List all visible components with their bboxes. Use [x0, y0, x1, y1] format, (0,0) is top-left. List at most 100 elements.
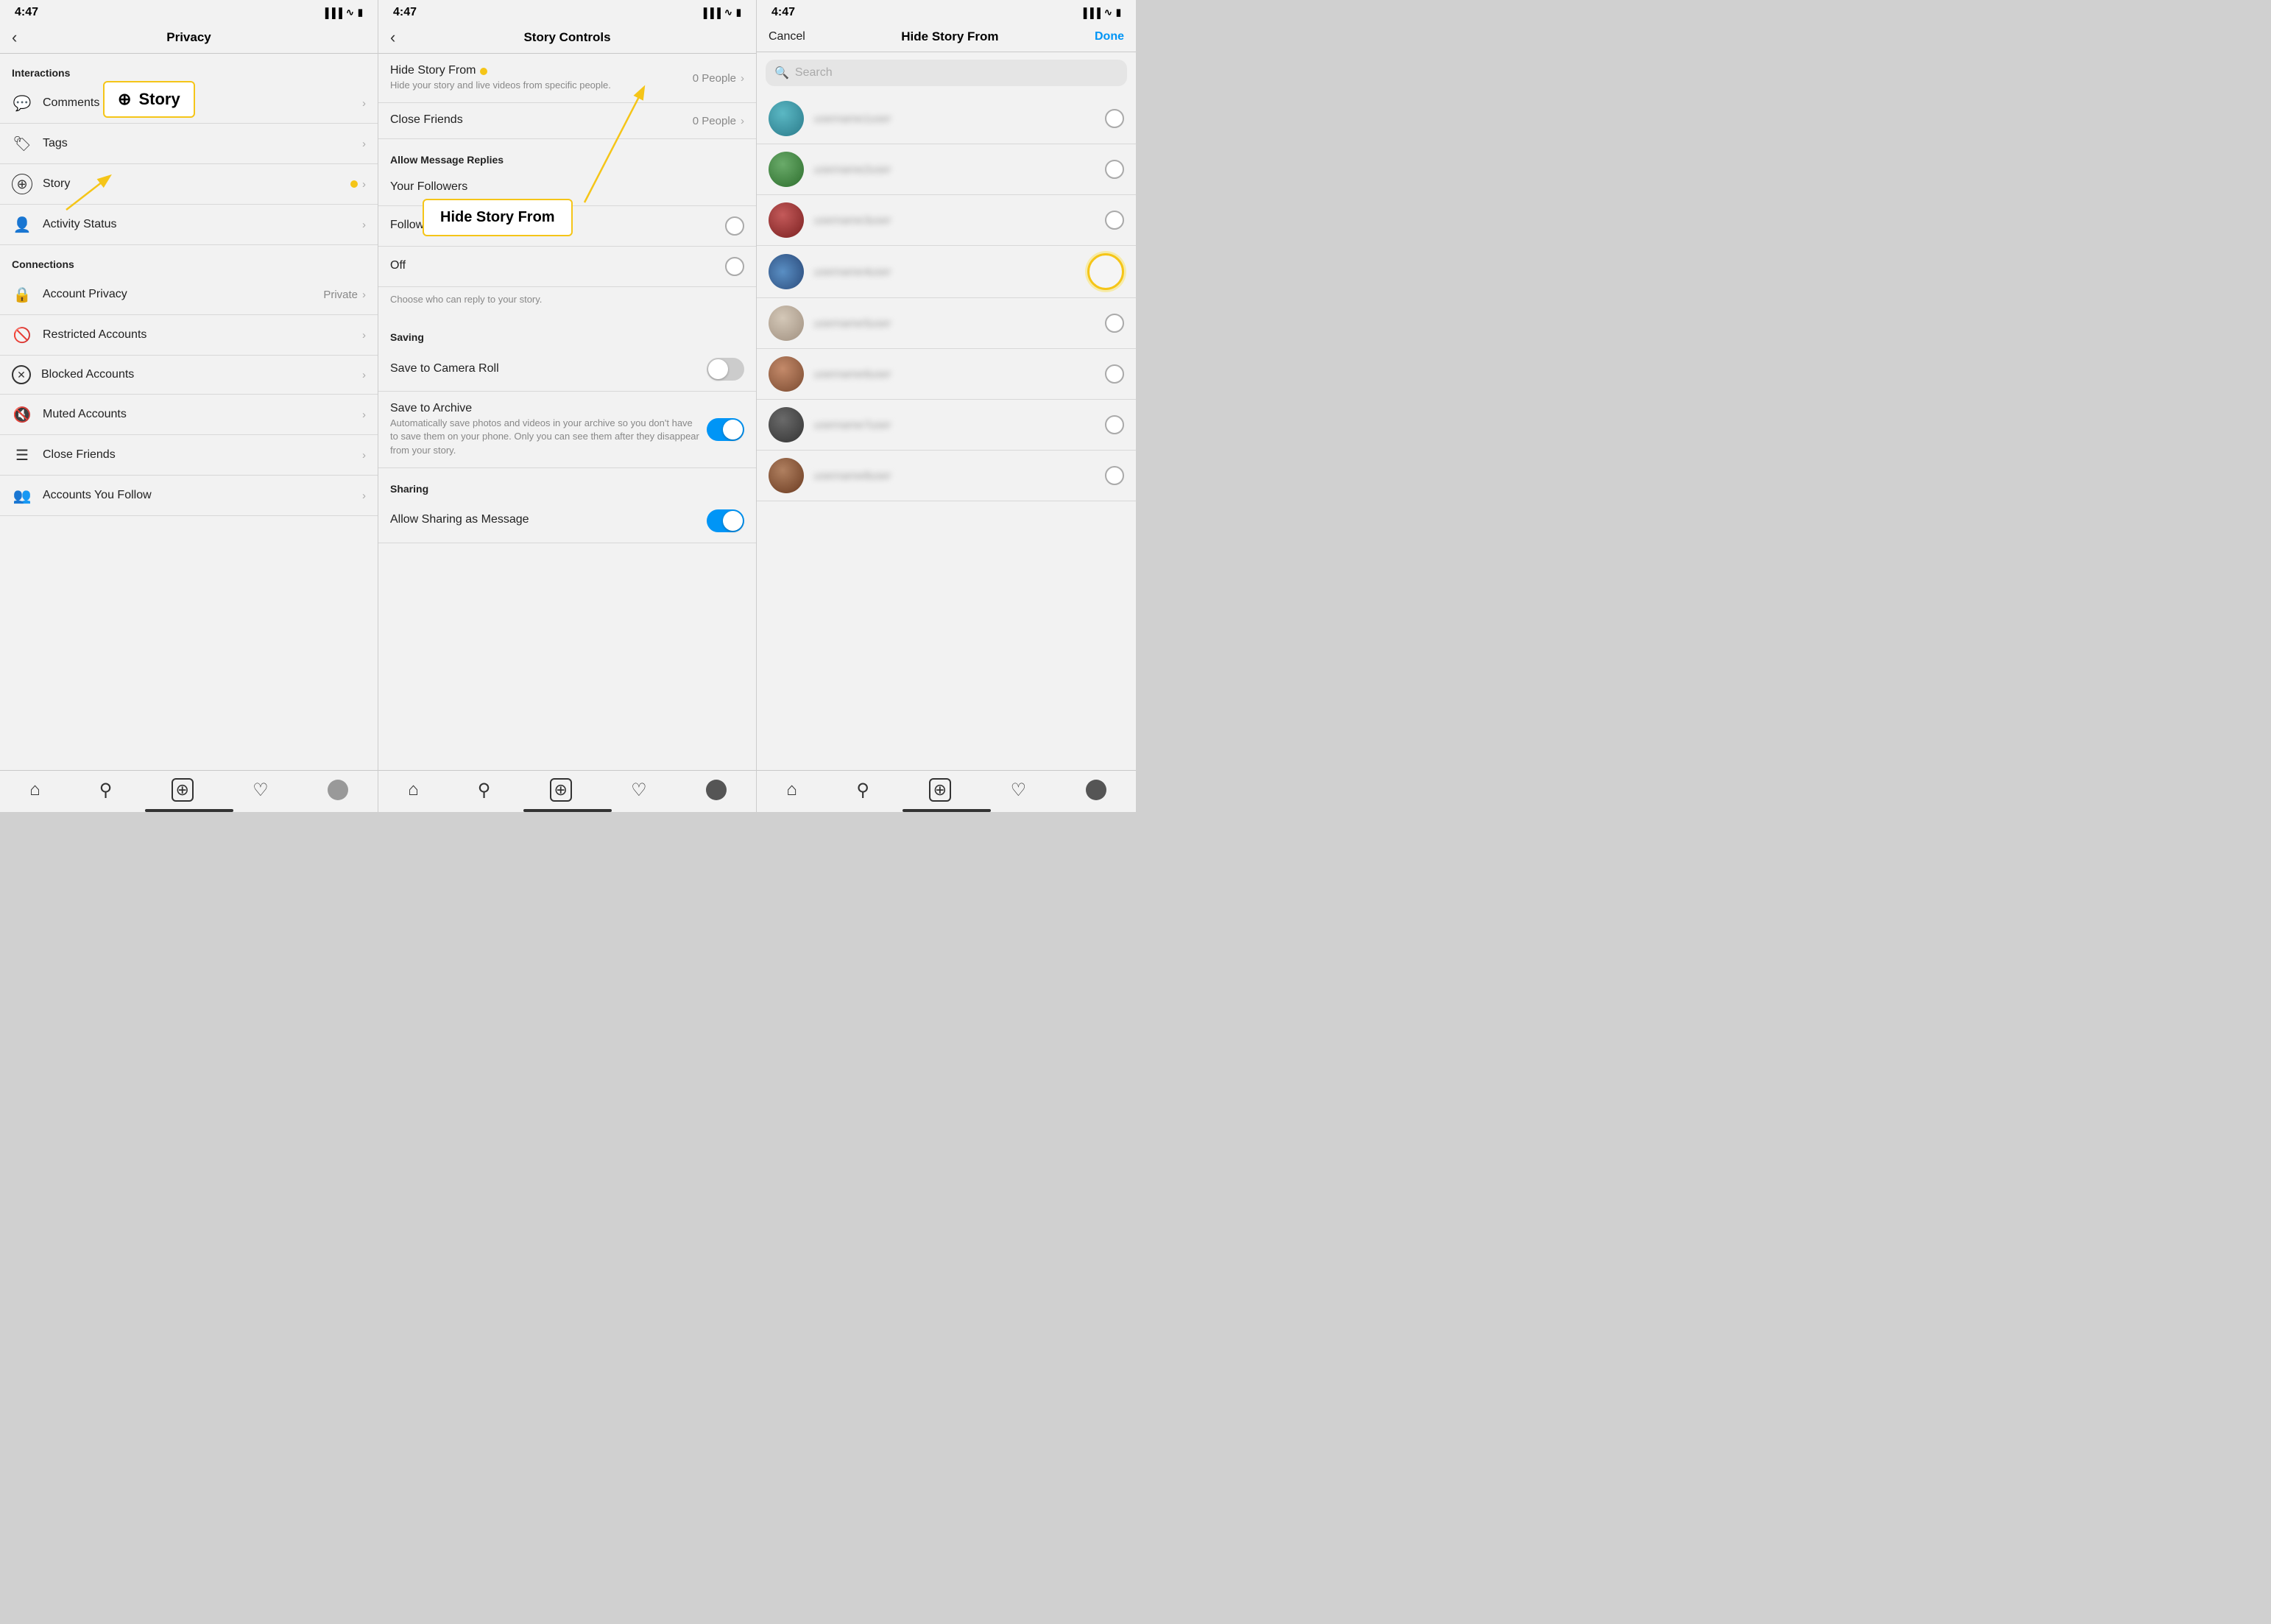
- user-item-4[interactable]: username4user: [757, 246, 1136, 298]
- accounts-you-follow-chevron: ›: [362, 490, 366, 502]
- search-tab-3[interactable]: ⚲: [856, 780, 869, 801]
- connections-section-header: Connections: [0, 245, 378, 275]
- story-callout-icon: ⊕: [118, 90, 131, 109]
- hide-story-from-item[interactable]: Hide Story From Hide your story and live…: [378, 54, 756, 103]
- story-controls-nav-header: ‹ Story Controls: [378, 22, 756, 54]
- account-privacy-label: Account Privacy: [43, 288, 323, 301]
- search-bar[interactable]: 🔍 Search: [766, 60, 1127, 86]
- select-1[interactable]: [1105, 109, 1124, 128]
- create-tab-1[interactable]: ⊕: [172, 778, 194, 802]
- activity-tab-3[interactable]: ♡: [1011, 780, 1027, 801]
- select-7[interactable]: [1105, 415, 1124, 434]
- user-item-8[interactable]: username8user: [757, 451, 1136, 501]
- user-item-1[interactable]: username1user: [757, 93, 1136, 144]
- save-camera-roll-label: Save to Camera Roll: [390, 362, 707, 375]
- select-5[interactable]: [1105, 314, 1124, 333]
- user-item-7[interactable]: username7user: [757, 400, 1136, 451]
- username-4: username4user: [814, 266, 1087, 278]
- search-tab-2[interactable]: ⚲: [478, 780, 491, 801]
- home-tab-3[interactable]: ⌂: [786, 780, 797, 800]
- select-6[interactable]: [1105, 364, 1124, 384]
- tags-icon: 🏷: [12, 133, 32, 154]
- user-item-2[interactable]: username2user: [757, 144, 1136, 195]
- activity-tab-1[interactable]: ♡: [252, 780, 269, 801]
- heart-icon-2: ♡: [631, 780, 647, 801]
- home-icon-2: ⌂: [408, 780, 419, 800]
- muted-chevron: ›: [362, 409, 366, 421]
- select-2[interactable]: [1105, 160, 1124, 179]
- search-icon-1: ⚲: [99, 780, 113, 801]
- user-item-6[interactable]: username6user: [757, 349, 1136, 400]
- story-callout-label: Story: [138, 90, 180, 109]
- story-controls-panel: 4:47 ▐▐▐ ∿ ▮ ‹ Story Controls Hide Story…: [378, 0, 757, 812]
- back-button[interactable]: ‹: [12, 28, 17, 47]
- choose-reply-text: Choose who can reply to your story.: [390, 294, 542, 305]
- allow-sharing-item[interactable]: Allow Sharing as Message: [378, 499, 756, 543]
- muted-accounts-item[interactable]: 🔇 Muted Accounts ›: [0, 395, 378, 435]
- select-4-container: [1087, 253, 1124, 290]
- account-privacy-value: Private: [323, 289, 358, 301]
- restricted-label: Restricted Accounts: [43, 328, 362, 342]
- blocked-accounts-item[interactable]: ✕ Blocked Accounts ›: [0, 356, 378, 395]
- time-3: 4:47: [771, 6, 795, 19]
- user-item-5[interactable]: username5user: [757, 298, 1136, 349]
- restricted-accounts-item[interactable]: 🚫 Restricted Accounts ›: [0, 315, 378, 356]
- followers-follow-back-radio[interactable]: [725, 216, 744, 236]
- battery-icon: ▮: [358, 7, 363, 18]
- select-3[interactable]: [1105, 211, 1124, 230]
- restricted-icon: 🚫: [12, 325, 32, 345]
- allow-sharing-toggle[interactable]: [707, 509, 744, 532]
- interactions-section-header: Interactions: [0, 54, 378, 83]
- story-item[interactable]: ⊕ Story ›: [0, 164, 378, 205]
- hide-story-panel-title: Hide Story From: [901, 29, 998, 44]
- save-camera-roll-toggle[interactable]: [707, 358, 744, 381]
- signal-icon-3: ▐▐▐: [1080, 7, 1101, 18]
- off-item[interactable]: Off: [378, 247, 756, 287]
- activity-tab-2[interactable]: ♡: [631, 780, 647, 801]
- profile-icon-3: [1086, 780, 1106, 800]
- story-controls-back[interactable]: ‹: [390, 28, 395, 47]
- account-privacy-item[interactable]: 🔒 Account Privacy Private ›: [0, 275, 378, 315]
- save-camera-roll-item[interactable]: Save to Camera Roll: [378, 347, 756, 392]
- activity-status-item[interactable]: 👤 Activity Status ›: [0, 205, 378, 245]
- home-indicator-1: [145, 809, 233, 812]
- save-archive-toggle[interactable]: [707, 418, 744, 441]
- saving-header: Saving: [378, 317, 756, 347]
- bottom-nav-3: ⌂ ⚲ ⊕ ♡: [757, 770, 1136, 805]
- home-tab-1[interactable]: ⌂: [29, 780, 40, 800]
- create-tab-2[interactable]: ⊕: [550, 778, 572, 802]
- accounts-you-follow-item[interactable]: 👥 Accounts You Follow ›: [0, 476, 378, 516]
- done-button[interactable]: Done: [1095, 30, 1124, 43]
- save-camera-roll-knob: [708, 359, 728, 379]
- create-icon-3: ⊕: [929, 778, 951, 802]
- save-archive-item[interactable]: Save to Archive Automatically save photo…: [378, 392, 756, 468]
- close-friends-control-label: Close Friends: [390, 113, 693, 127]
- muted-icon: 🔇: [12, 404, 32, 425]
- create-icon-1: ⊕: [172, 778, 194, 802]
- status-icons-3: ▐▐▐ ∿ ▮: [1080, 7, 1121, 18]
- home-tab-2[interactable]: ⌂: [408, 780, 419, 800]
- privacy-nav-header: ‹ Privacy: [0, 22, 378, 54]
- close-friends-control-content: Close Friends: [390, 113, 693, 128]
- accounts-you-follow-label: Accounts You Follow: [43, 489, 362, 502]
- username-3: username3user: [814, 214, 1105, 227]
- search-placeholder: Search: [795, 66, 833, 80]
- tags-item[interactable]: 🏷 Tags ›: [0, 124, 378, 164]
- off-radio[interactable]: [725, 257, 744, 276]
- search-tab-1[interactable]: ⚲: [99, 780, 113, 801]
- blocked-icon: ✕: [12, 365, 31, 384]
- select-8[interactable]: [1105, 466, 1124, 485]
- profile-tab-3[interactable]: [1086, 780, 1106, 800]
- close-friends-item[interactable]: ☰ Close Friends ›: [0, 435, 378, 476]
- save-archive-content: Save to Archive Automatically save photo…: [390, 402, 699, 457]
- profile-tab-2[interactable]: [706, 780, 727, 800]
- user-item-3[interactable]: username3user: [757, 195, 1136, 246]
- signal-icon-2: ▐▐▐: [700, 7, 721, 18]
- profile-tab-1[interactable]: [328, 780, 348, 800]
- cancel-button[interactable]: Cancel: [769, 30, 805, 43]
- save-archive-label: Save to Archive: [390, 402, 699, 415]
- select-4[interactable]: [1087, 253, 1124, 290]
- hide-story-content: Hide Story From Hide your story and live…: [390, 64, 693, 92]
- close-friends-control-item[interactable]: Close Friends 0 People ›: [378, 103, 756, 139]
- create-tab-3[interactable]: ⊕: [929, 778, 951, 802]
